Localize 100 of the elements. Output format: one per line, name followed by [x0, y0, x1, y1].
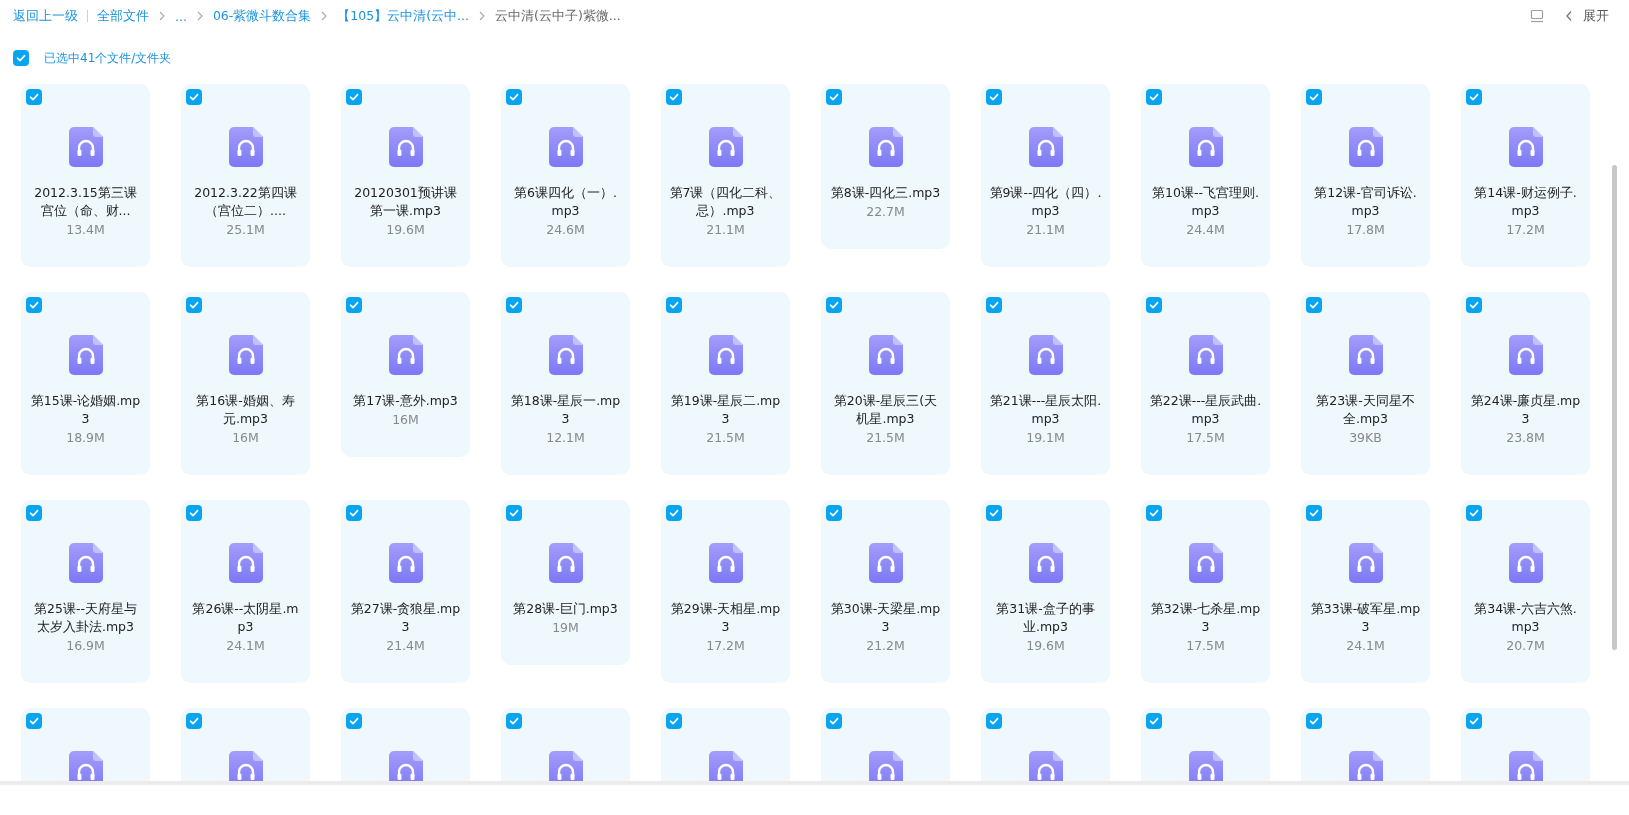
- file-checkbox[interactable]: [826, 713, 842, 729]
- audio-file-icon: [1348, 751, 1383, 781]
- file-checkbox[interactable]: [986, 505, 1002, 521]
- file-checkbox[interactable]: [26, 713, 42, 729]
- file-checkbox[interactable]: [1146, 297, 1162, 313]
- file-checkbox[interactable]: [26, 297, 42, 313]
- file-name: 第7课（四化二科、忌）.mp3: [669, 184, 782, 220]
- file-checkbox[interactable]: [186, 713, 202, 729]
- file-card[interactable]: 第6课四化（一）.mp3 24.6M: [501, 84, 630, 267]
- file-checkbox[interactable]: [666, 297, 682, 313]
- file-checkbox[interactable]: [666, 505, 682, 521]
- audio-file-icon: [548, 543, 583, 583]
- audio-file-icon: [228, 335, 263, 375]
- file-checkbox[interactable]: [26, 505, 42, 521]
- file-card[interactable]: 第22课---星辰武曲.mp3 17.5M: [1141, 292, 1270, 475]
- file-checkbox[interactable]: [666, 713, 682, 729]
- file-card[interactable]: 第34课-六吉六煞.mp3 20.7M: [1461, 500, 1590, 683]
- file-size: 17.8M: [1346, 221, 1385, 239]
- file-card[interactable]: 第19课-星辰二.mp3 21.5M: [661, 292, 790, 475]
- file-card[interactable]: 第23课-天同星不全.mp3 39KB: [1301, 292, 1430, 475]
- file-checkbox[interactable]: [1466, 505, 1482, 521]
- file-card[interactable]: 第9课--四化（四）.mp3 21.1M: [981, 84, 1110, 267]
- file-card[interactable]: 第12课-官司诉讼.mp3 17.8M: [1301, 84, 1430, 267]
- file-card[interactable]: 第27课-贪狼星.mp3 21.4M: [341, 500, 470, 683]
- breadcrumb-item[interactable]: ...: [175, 8, 187, 24]
- audio-file-icon: [1508, 127, 1543, 167]
- file-checkbox[interactable]: [1306, 89, 1322, 105]
- file-card[interactable]: 第28课-巨门.mp3 19M: [501, 500, 630, 665]
- audio-file-icon: [1028, 127, 1063, 167]
- file-checkbox[interactable]: [186, 297, 202, 313]
- file-checkbox[interactable]: [346, 89, 362, 105]
- file-checkbox[interactable]: [346, 713, 362, 729]
- file-card[interactable]: 第29课-天相星.mp3 17.2M: [661, 500, 790, 683]
- file-card[interactable]: 第32课-七杀星.mp3 17.5M: [1141, 500, 1270, 683]
- file-card[interactable]: 第30课-天梁星.mp3 21.2M: [821, 500, 950, 683]
- file-size: 21.2M: [866, 637, 905, 655]
- audio-file-icon: [548, 127, 583, 167]
- file-checkbox[interactable]: [506, 297, 522, 313]
- file-checkbox[interactable]: [1146, 89, 1162, 105]
- file-checkbox[interactable]: [506, 505, 522, 521]
- file-card[interactable]: 第18课-星辰一.mp3 12.1M: [501, 292, 630, 475]
- file-checkbox[interactable]: [506, 713, 522, 729]
- file-card[interactable]: 第20课-星辰三(天机星.mp3 21.5M: [821, 292, 950, 475]
- audio-file-icon: [388, 751, 423, 781]
- file-name: 第8课-四化三.mp3: [829, 184, 942, 202]
- file-checkbox[interactable]: [1466, 297, 1482, 313]
- file-checkbox[interactable]: [1146, 713, 1162, 729]
- file-card[interactable]: 第21课---星辰太阳.mp3 19.1M: [981, 292, 1110, 475]
- audio-file-icon: [868, 751, 903, 781]
- file-card[interactable]: 第14课-财运例子.mp3 17.2M: [1461, 84, 1590, 267]
- file-checkbox[interactable]: [1466, 713, 1482, 729]
- file-checkbox[interactable]: [1466, 89, 1482, 105]
- file-checkbox[interactable]: [26, 89, 42, 105]
- audio-file-icon: [1508, 751, 1543, 781]
- monitor-icon[interactable]: [1529, 8, 1545, 24]
- expand-label[interactable]: 展开: [1583, 7, 1609, 25]
- vertical-scrollbar[interactable]: [1612, 165, 1617, 650]
- file-checkbox[interactable]: [826, 505, 842, 521]
- file-checkbox[interactable]: [1146, 505, 1162, 521]
- file-card[interactable]: 第8课-四化三.mp3 22.7M: [821, 84, 950, 249]
- file-checkbox[interactable]: [506, 89, 522, 105]
- file-card[interactable]: 第31课-盒子的事业.mp3 19.6M: [981, 500, 1110, 683]
- audio-file-icon: [1508, 335, 1543, 375]
- breadcrumb-item[interactable]: 云中清(云中子)紫微...: [495, 7, 621, 25]
- file-name: 第32课-七杀星.mp3: [1149, 600, 1262, 636]
- file-size: 19.6M: [1026, 637, 1065, 655]
- back-link[interactable]: 返回上一级: [13, 7, 78, 25]
- file-checkbox[interactable]: [186, 89, 202, 105]
- file-card[interactable]: 第10课--飞宫理则.mp3 24.4M: [1141, 84, 1270, 267]
- file-name: 第16课-婚姻、寿元.mp3: [195, 392, 296, 428]
- file-card[interactable]: 第25课--天府星与太岁入卦法.mp3 16.9M: [21, 500, 150, 683]
- file-checkbox[interactable]: [1306, 297, 1322, 313]
- file-card[interactable]: 2012.3.22第四课（宫位二）.... 25.1M: [181, 84, 310, 267]
- file-checkbox[interactable]: [826, 297, 842, 313]
- file-card[interactable]: 2012.3.15第三课宫位（命、财... 13.4M: [21, 84, 150, 267]
- audio-file-icon: [1028, 751, 1063, 781]
- file-checkbox[interactable]: [666, 89, 682, 105]
- file-card[interactable]: 第15课-论婚姻.mp3 18.9M: [21, 292, 150, 475]
- file-card[interactable]: 第24课-廉贞星.mp3 23.8M: [1461, 292, 1590, 475]
- file-checkbox[interactable]: [826, 89, 842, 105]
- file-card[interactable]: 第26课--太阴星.mp3 24.1M: [181, 500, 310, 683]
- file-checkbox[interactable]: [346, 297, 362, 313]
- audio-file-icon: [548, 335, 583, 375]
- select-all-checkbox[interactable]: [13, 50, 29, 66]
- file-checkbox[interactable]: [986, 89, 1002, 105]
- file-checkbox[interactable]: [986, 713, 1002, 729]
- file-card[interactable]: 第17课-意外.mp3 16M: [341, 292, 470, 457]
- file-card[interactable]: 20120301预讲课第一课.mp3 19.6M: [341, 84, 470, 267]
- file-card[interactable]: 第33课-破军星.mp3 24.1M: [1301, 500, 1430, 683]
- breadcrumb-item[interactable]: 全部文件: [97, 7, 149, 25]
- audio-file-icon: [708, 543, 743, 583]
- file-card[interactable]: 第7课（四化二科、忌）.mp3 21.1M: [661, 84, 790, 267]
- file-checkbox[interactable]: [346, 505, 362, 521]
- file-size: 19.6M: [386, 221, 425, 239]
- breadcrumb-item[interactable]: 06-紫微斗数合集: [212, 7, 312, 25]
- file-checkbox[interactable]: [1306, 713, 1322, 729]
- file-checkbox[interactable]: [986, 297, 1002, 313]
- file-checkbox[interactable]: [1306, 505, 1322, 521]
- file-card[interactable]: 第16课-婚姻、寿元.mp3 16M: [181, 292, 310, 475]
- file-checkbox[interactable]: [186, 505, 202, 521]
